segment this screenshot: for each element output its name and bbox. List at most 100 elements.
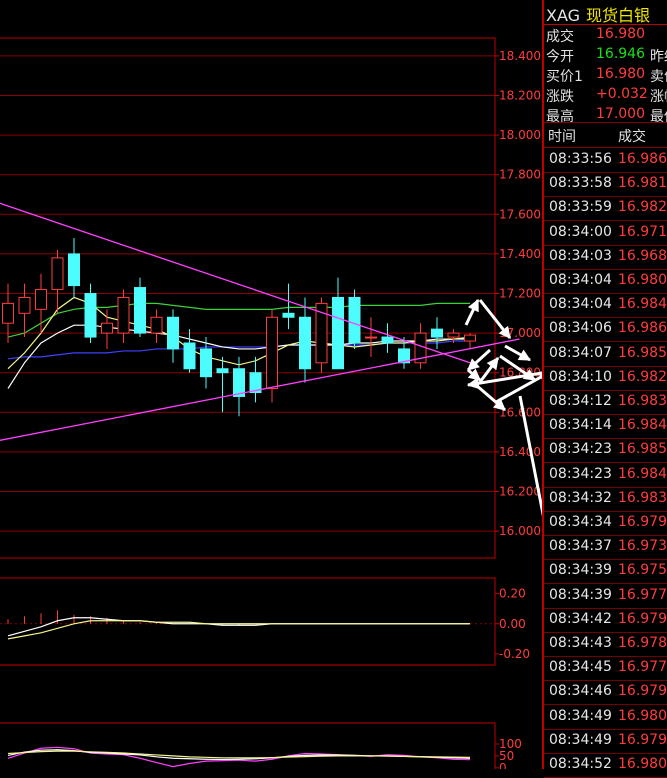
trade-row: 08:34:23 16.984 (544, 463, 667, 488)
trade-price: 16.984 (618, 417, 667, 434)
trade-row: 08:33:59 16.982 (544, 196, 667, 222)
quote-label-2: 涨幅 (650, 89, 667, 105)
trade-time: 08:34:52 (549, 756, 612, 772)
y-tick-label: 0 (499, 761, 507, 769)
trade-row: 08:34:46 16.979 (544, 680, 667, 706)
trade-row: 08:34:10 16.982 (544, 366, 667, 391)
candle-down (183, 342, 196, 370)
trade-time: 08:34:37 (549, 538, 612, 555)
candle-down (332, 296, 344, 370)
trade-price: 16.984 (618, 296, 667, 313)
trade-time: 08:34:39 (549, 562, 612, 579)
trade-price: 16.981 (618, 175, 667, 192)
trade-price: 16.983 (618, 393, 667, 409)
trade-time: 08:34:49 (549, 707, 612, 724)
trade-row: 08:34:42 16.979 (544, 608, 667, 633)
trade-time: 08:34:06 (549, 320, 612, 337)
quote-label: 涨跌 (546, 89, 574, 105)
quote-label: 买价1 (546, 69, 583, 85)
trade-time: 08:34:10 (549, 368, 612, 385)
y-tick-label: 16.400 (499, 445, 541, 459)
candle-up (35, 289, 47, 310)
trade-price: 16.980 (618, 272, 667, 288)
y-tick-label: 0.20 (499, 587, 526, 601)
trade-row: 08:34:03 16.968 (544, 245, 667, 270)
candle-up (464, 334, 476, 342)
trade-row: 08:34:12 16.983 (544, 390, 667, 415)
trade-price: 16.980 (618, 756, 667, 772)
trade-row: 08:33:58 16.981 (544, 172, 667, 198)
trade-time: 08:34:23 (549, 465, 612, 482)
trade-row: 08:34:39 16.977 (544, 584, 667, 609)
trade-time: 08:34:23 (549, 441, 612, 458)
candle-down (431, 328, 443, 338)
trade-row: 08:34:43 16.978 (544, 632, 667, 657)
quote-label: 成交 (546, 29, 574, 45)
trade-time: 08:34:43 (549, 635, 612, 651)
quote-label-2: 卖价 (650, 69, 667, 85)
symbol-name: 现货白银 (586, 6, 651, 25)
trade-price: 16.979 (618, 731, 667, 748)
trade-price: 16.983 (618, 489, 667, 506)
trade-time: 08:34:49 (549, 731, 612, 748)
quote-value: +0.032 (596, 86, 648, 102)
quote-label-2: 昨结 (650, 49, 667, 65)
candle-up (18, 296, 31, 314)
trade-row: 08:33:56 16.986 (544, 148, 667, 173)
y-tick-label: 16.200 (499, 485, 541, 499)
trade-price: 16.982 (618, 199, 667, 216)
trade-row: 08:34:49 16.980 (544, 705, 667, 730)
trade-time: 08:34:04 (549, 296, 612, 313)
trade-time: 08:34:03 (549, 247, 612, 264)
trade-time: 08:34:12 (549, 393, 612, 409)
trade-time: 08:34:32 (549, 489, 612, 506)
quote-value: 16.980 (596, 26, 645, 42)
trade-price: 16.985 (618, 441, 667, 458)
trade-row: 08:34:52 16.980 (544, 753, 667, 778)
candle-down (381, 336, 394, 344)
candle-up (101, 322, 113, 334)
quote-value: 16.946 (596, 46, 645, 62)
divider (544, 24, 667, 25)
candle-down (348, 296, 361, 344)
trade-row: 08:34:37 16.973 (544, 535, 667, 561)
y-tick-label: 18.000 (499, 128, 541, 142)
trade-price: 16.979 (618, 610, 667, 627)
trade-time: 08:34:46 (549, 683, 612, 700)
chart-area[interactable]: 16.00016.20016.40016.60016.80017.00017.2… (0, 0, 542, 769)
trade-price: 16.975 (618, 562, 667, 579)
y-tick-label: 18.200 (499, 89, 541, 103)
trade-price: 16.982 (618, 368, 667, 385)
trade-price: 16.977 (618, 659, 667, 676)
y-tick-label: 17.200 (499, 287, 541, 301)
trade-price: 16.980 (618, 707, 667, 724)
candle-down (68, 253, 80, 287)
trade-row: 08:34:32 16.983 (544, 487, 667, 512)
candle-down (84, 293, 97, 338)
trade-row: 08:34:49 16.979 (544, 729, 667, 754)
trade-time: 08:34:07 (549, 344, 612, 361)
trade-row: 08:34:04 16.984 (544, 293, 667, 319)
y-tick-label: 16.600 (499, 405, 541, 419)
trade-time: 08:34:39 (549, 586, 612, 603)
trade-price: 16.971 (618, 223, 667, 240)
candle-down (167, 316, 179, 350)
trade-row: 08:34:04 16.980 (544, 269, 667, 294)
symbol-code: XAG (546, 6, 581, 25)
trade-time: 08:34:42 (549, 610, 612, 627)
trade-price: 16.986 (618, 320, 667, 337)
trade-row: 08:34:06 16.986 (544, 317, 667, 343)
candle-down (134, 287, 146, 334)
trade-time: 08:34:34 (549, 514, 612, 530)
trade-price: 16.985 (618, 344, 667, 361)
trade-price: 16.977 (618, 586, 667, 603)
candle-up (266, 316, 278, 390)
trade-price: 16.979 (618, 683, 667, 700)
quote-panel: XAG 现货白银 成交 16.980 今开 16.946 昨结买价1 16.980 卖价涨跌 +… (542, 0, 667, 778)
trade-time: 08:34:45 (549, 659, 612, 676)
quote-value: 17.000 (596, 106, 645, 122)
trade-price: 16.973 (618, 538, 667, 555)
y-tick-label: 16.000 (499, 524, 541, 538)
candle-up (447, 332, 460, 338)
trades-header-time: 时间 (548, 129, 576, 145)
